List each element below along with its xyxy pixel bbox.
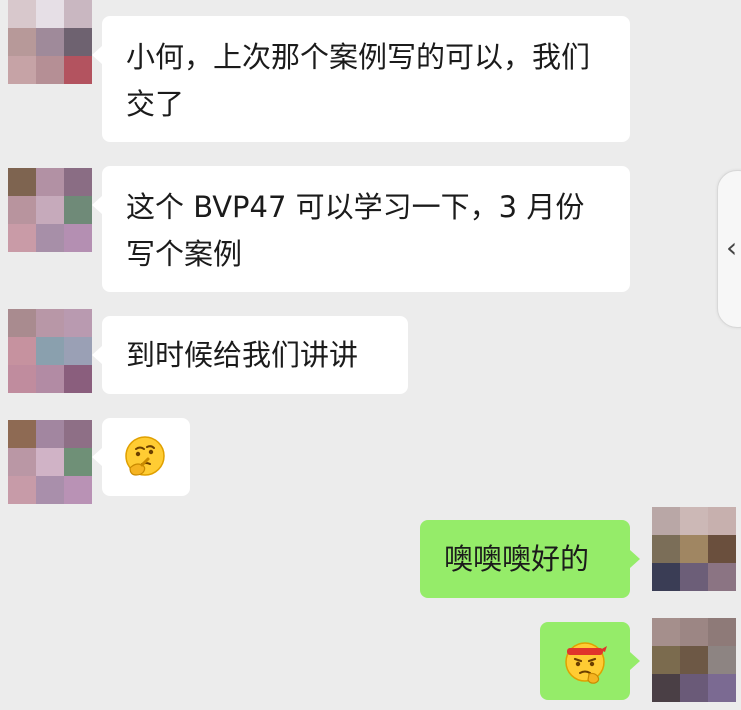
avatar[interactable] bbox=[8, 0, 92, 84]
side-panel-handle[interactable]: ‹ bbox=[717, 170, 741, 328]
message-bubble[interactable]: 噢噢噢好的 bbox=[420, 520, 640, 598]
message-text: 到时候给我们讲讲 bbox=[126, 338, 359, 372]
message-bubble[interactable]: 到时候给我们讲讲 bbox=[92, 316, 408, 394]
message-text: 噢噢噢好的 bbox=[444, 542, 590, 576]
avatar[interactable] bbox=[8, 309, 92, 393]
chevron-left-icon: ‹ bbox=[726, 231, 738, 264]
message-bubble[interactable]: 小何，上次那个案例写的可以，我们交了 bbox=[92, 16, 630, 142]
message-text: 这个 BVP47 可以学习一下，3 月份写个案例 bbox=[126, 190, 585, 271]
message-bubble[interactable]: 这个 BVP47 可以学习一下，3 月份写个案例 bbox=[92, 166, 630, 292]
message-bubble[interactable] bbox=[92, 418, 190, 496]
thinking-face-icon bbox=[125, 436, 165, 476]
avatar[interactable] bbox=[8, 168, 92, 252]
avatar[interactable] bbox=[652, 507, 736, 591]
determined-face-headband-icon bbox=[565, 642, 607, 684]
message-bubble[interactable] bbox=[540, 622, 640, 700]
avatar[interactable] bbox=[652, 618, 736, 702]
avatar[interactable] bbox=[8, 420, 92, 504]
message-text: 小何，上次那个案例写的可以，我们交了 bbox=[126, 40, 591, 121]
